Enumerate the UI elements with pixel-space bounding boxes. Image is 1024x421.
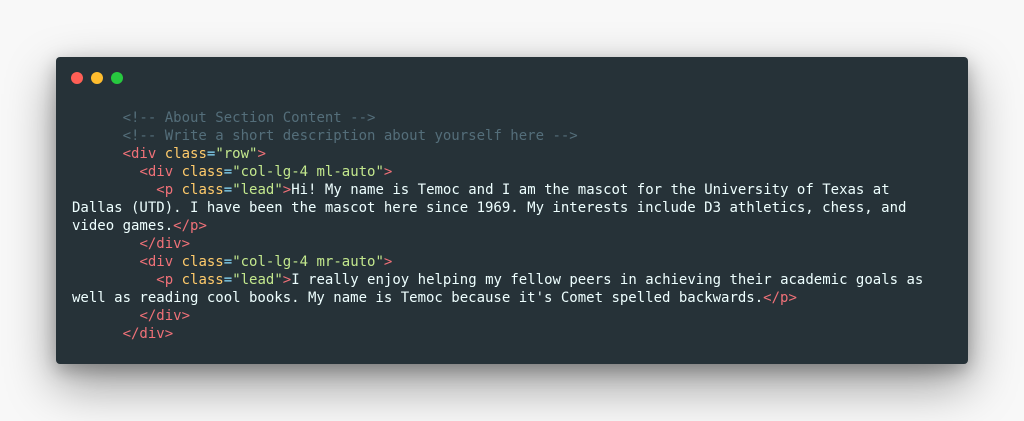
code-line: <p class="lead">I really enjoy helping m…	[72, 271, 942, 289]
code-token-tag: </div>	[139, 236, 191, 252]
code-token-text: Hi! My name is Temoc and I am the mascot…	[291, 182, 890, 198]
code-token-tag: >	[383, 254, 393, 270]
code-token-string: "lead"	[232, 272, 283, 288]
code-token-comment: <!-- Write a short description about you…	[72, 128, 578, 144]
code-token-tag: </p>	[173, 218, 207, 234]
code-line: <p class="lead">Hi! My name is Temoc and…	[72, 181, 942, 199]
code-token-tag: >	[282, 272, 292, 288]
code-token-punct: =	[223, 272, 233, 288]
code-token-text: well as reading cool books. My name is T…	[72, 290, 764, 306]
code-token-text: Dallas (UTD). I have been the mascot her…	[72, 200, 907, 216]
code-token-tag: <div	[139, 164, 174, 180]
code-token-punct: =	[223, 182, 233, 198]
minimize-button[interactable]	[91, 72, 103, 84]
code-line: <!-- Write a short description about you…	[72, 127, 942, 145]
code-token-tag: <div	[122, 146, 157, 162]
window-controls	[71, 72, 123, 84]
code-token-tag: <p	[156, 272, 174, 288]
code-token-attr: class	[164, 146, 207, 162]
code-token-attr: class	[181, 254, 224, 270]
code-line: Dallas (UTD). I have been the mascot her…	[72, 199, 942, 217]
code-line: <div class="row">	[72, 145, 942, 163]
code-line: well as reading cool books. My name is T…	[72, 289, 942, 307]
code-token-attr: class	[181, 182, 224, 198]
code-line: </div>	[72, 235, 942, 253]
code-token-tag: >	[383, 164, 393, 180]
code-line: video games.</p>	[72, 217, 942, 235]
code-block[interactable]: <!-- About Section Content --> <!-- Writ…	[72, 109, 942, 343]
code-token-punct: =	[223, 254, 233, 270]
code-token-tag: </div>	[122, 326, 174, 342]
code-token-tag: </div>	[139, 308, 191, 324]
code-token-string: "lead"	[232, 182, 283, 198]
code-token-tag: >	[257, 146, 266, 162]
code-token-tag: </p>	[763, 290, 797, 306]
code-line: </div>	[72, 325, 942, 343]
code-token-string: "col-lg-4 mr-auto"	[232, 254, 384, 270]
code-token-attr: class	[181, 164, 224, 180]
code-token-comment: <!-- About Section Content -->	[72, 110, 376, 126]
code-line: <div class="col-lg-4 mr-auto">	[72, 253, 942, 271]
code-token-text: I really enjoy helping my fellow peers i…	[291, 272, 924, 288]
code-window: <!-- About Section Content --> <!-- Writ…	[56, 57, 968, 364]
code-token-punct: =	[223, 164, 233, 180]
code-token-text: video games.	[72, 218, 174, 234]
code-line: </div>	[72, 307, 942, 325]
code-token-tag: >	[282, 182, 292, 198]
code-line: <!-- About Section Content -->	[72, 109, 942, 127]
code-line: <div class="col-lg-4 ml-auto">	[72, 163, 942, 181]
code-token-tag: <div	[139, 254, 174, 270]
code-token-string: "row"	[215, 146, 258, 162]
code-token-tag: <p	[156, 182, 174, 198]
code-token-string: "col-lg-4 ml-auto"	[232, 164, 384, 180]
maximize-button[interactable]	[111, 72, 123, 84]
close-button[interactable]	[71, 72, 83, 84]
code-token-attr: class	[181, 272, 224, 288]
